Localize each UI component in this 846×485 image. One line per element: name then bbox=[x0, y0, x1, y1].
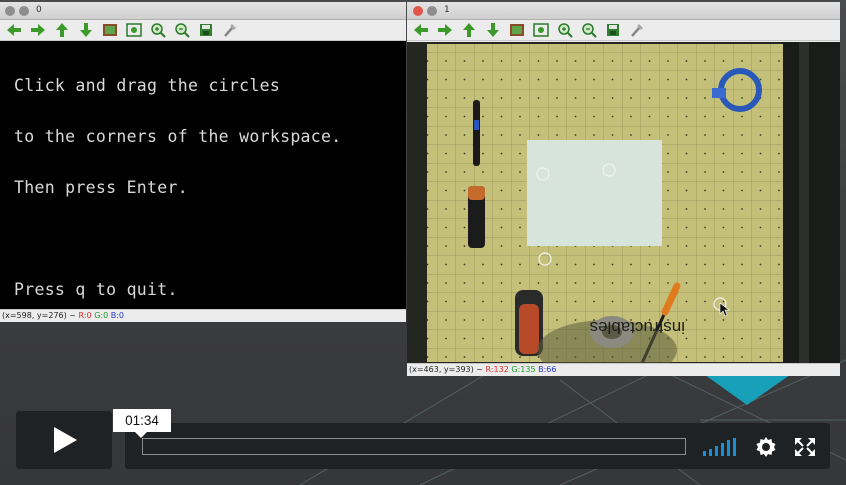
status-coords: (x=598, y=276) ~ bbox=[2, 311, 76, 320]
camera-feed[interactable]: instructables bbox=[407, 42, 840, 364]
arrow-left-icon[interactable] bbox=[411, 21, 431, 39]
instruction-line bbox=[14, 230, 341, 247]
settings-icon[interactable] bbox=[627, 21, 647, 39]
arrow-right-icon[interactable] bbox=[28, 21, 48, 39]
zoom-fit-icon[interactable] bbox=[124, 21, 144, 39]
zoom-in-icon[interactable] bbox=[555, 21, 575, 39]
image-save-icon[interactable] bbox=[100, 21, 120, 39]
window-1-titlebar[interactable]: 1 bbox=[407, 2, 840, 20]
save-icon[interactable] bbox=[196, 21, 216, 39]
status-blue: B:66 bbox=[538, 365, 557, 374]
instruction-line: Then press Enter. bbox=[14, 178, 188, 197]
minimize-button[interactable] bbox=[19, 6, 29, 16]
status-bar: (x=463, y=393) ~ R:132 G:135 B:66 bbox=[407, 363, 840, 376]
status-red: R:132 bbox=[485, 365, 509, 374]
play-button[interactable] bbox=[16, 411, 112, 469]
window-0[interactable]: 0 Click and drag the circles to the corn… bbox=[0, 2, 406, 322]
zoom-fit-icon[interactable] bbox=[531, 21, 551, 39]
instructions-text: Click and drag the circles to the corner… bbox=[14, 43, 341, 332]
status-red: R:0 bbox=[78, 311, 92, 320]
save-icon[interactable] bbox=[603, 21, 623, 39]
close-button[interactable] bbox=[5, 6, 15, 16]
status-green: G:0 bbox=[94, 311, 109, 320]
time-tooltip: 01:34 bbox=[113, 409, 171, 438]
zoom-out-icon[interactable] bbox=[579, 21, 599, 39]
arrow-left-icon[interactable] bbox=[4, 21, 24, 39]
arrow-right-icon[interactable] bbox=[435, 21, 455, 39]
status-green: G:135 bbox=[511, 365, 536, 374]
settings-gear-icon[interactable] bbox=[753, 434, 779, 460]
arrow-down-icon[interactable] bbox=[76, 21, 96, 39]
arrow-down-icon[interactable] bbox=[483, 21, 503, 39]
camera-brand-text: instructables bbox=[590, 318, 685, 337]
status-bar: (x=598, y=276) ~ R:0 G:0 B:0 bbox=[0, 309, 406, 322]
zoom-out-icon[interactable] bbox=[172, 21, 192, 39]
close-button[interactable] bbox=[413, 6, 423, 16]
instruction-line: to the corners of the workspace. bbox=[14, 127, 342, 146]
toolbar bbox=[0, 20, 406, 41]
volume-icon[interactable] bbox=[700, 436, 740, 458]
image-save-icon[interactable] bbox=[507, 21, 527, 39]
arrow-up-icon[interactable] bbox=[459, 21, 479, 39]
window-title: 0 bbox=[36, 5, 42, 15]
status-blue: B:0 bbox=[110, 311, 125, 320]
zoom-in-icon[interactable] bbox=[148, 21, 168, 39]
instruction-line: Click and drag the circles bbox=[14, 76, 281, 95]
window-0-titlebar[interactable]: 0 bbox=[0, 2, 406, 20]
toolbar bbox=[407, 20, 840, 41]
window-1[interactable]: 1 instructables (x=463, y=393) ~ R:132 G… bbox=[407, 2, 840, 376]
camera-image: instructables bbox=[407, 42, 840, 364]
instruction-line: Press q to quit. bbox=[14, 280, 178, 299]
minimize-button[interactable] bbox=[427, 6, 437, 16]
arrow-up-icon[interactable] bbox=[52, 21, 72, 39]
status-coords: (x=463, y=393) ~ bbox=[409, 365, 483, 374]
play-icon bbox=[54, 427, 77, 453]
progress-bar[interactable] bbox=[142, 438, 686, 455]
settings-icon[interactable] bbox=[220, 21, 240, 39]
window-title: 1 bbox=[444, 5, 450, 15]
fullscreen-icon[interactable] bbox=[793, 436, 817, 458]
